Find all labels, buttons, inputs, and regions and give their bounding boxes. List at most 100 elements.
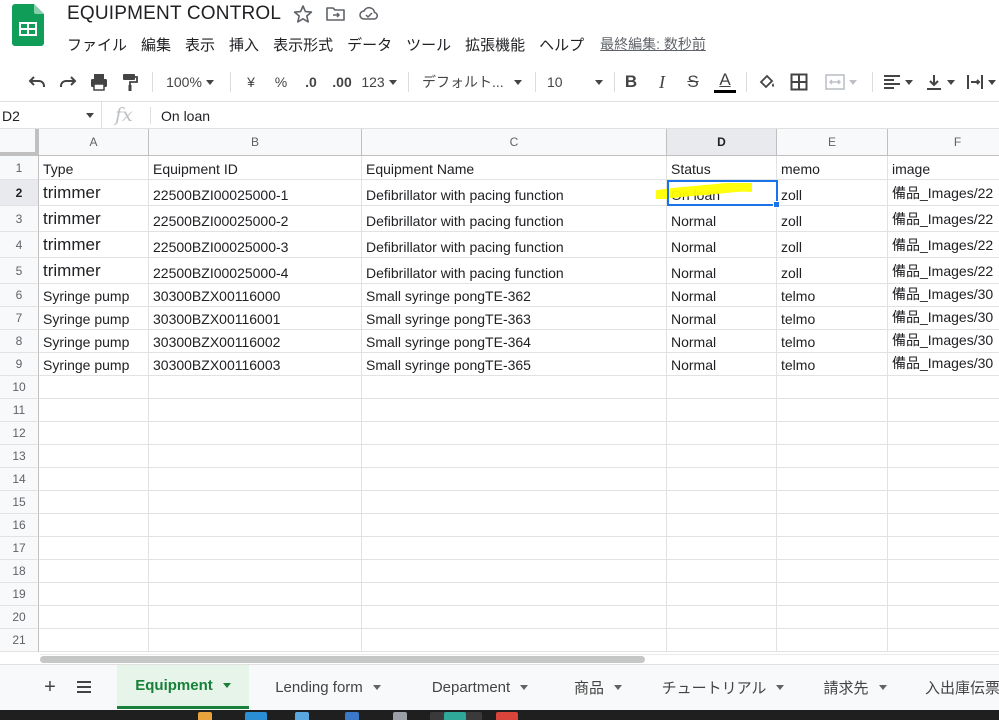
merge-cells-button[interactable] bbox=[818, 68, 864, 96]
column-header-f[interactable]: F bbox=[888, 129, 999, 155]
cell-image[interactable] bbox=[888, 468, 999, 491]
cell-type[interactable]: trimmer bbox=[39, 232, 149, 258]
cell-equipment-id[interactable]: Equipment ID bbox=[149, 156, 362, 180]
cell-type[interactable] bbox=[39, 422, 149, 445]
cell-type[interactable] bbox=[39, 606, 149, 629]
cell-status[interactable]: Status bbox=[667, 156, 777, 180]
currency-format-button[interactable]: ¥ bbox=[240, 68, 262, 96]
cell-status[interactable]: Normal bbox=[667, 284, 777, 307]
print-button[interactable] bbox=[86, 68, 112, 96]
cell-memo[interactable] bbox=[777, 514, 888, 537]
cell-image[interactable] bbox=[888, 376, 999, 399]
cell-equipment-name[interactable] bbox=[362, 629, 667, 652]
sheet-tab-tutorial[interactable]: チュートリアル bbox=[643, 665, 803, 709]
cell-equipment-id[interactable] bbox=[149, 422, 362, 445]
cell-image[interactable] bbox=[888, 583, 999, 606]
row-header[interactable]: 15 bbox=[0, 491, 39, 514]
cell-equipment-id[interactable] bbox=[149, 376, 362, 399]
column-header-a[interactable]: A bbox=[39, 129, 149, 155]
row-header[interactable]: 20 bbox=[0, 606, 39, 629]
cell-equipment-name[interactable]: Small syringe pongTE-364 bbox=[362, 330, 667, 353]
sheet-tab-inventory-slip[interactable]: 入出庫伝票 bbox=[907, 665, 999, 709]
row-header[interactable]: 17 bbox=[0, 537, 39, 560]
cell-equipment-name[interactable]: Defibrillator with pacing function bbox=[362, 258, 667, 284]
cell-memo[interactable] bbox=[777, 422, 888, 445]
add-sheet-button[interactable]: + bbox=[37, 674, 63, 700]
cell-status[interactable] bbox=[667, 514, 777, 537]
scrollbar-thumb[interactable] bbox=[40, 656, 645, 663]
menu-extensions[interactable]: 拡張機能 bbox=[458, 34, 532, 55]
formula-input[interactable]: On loan bbox=[161, 102, 210, 129]
cell-equipment-id[interactable]: 30300BZX00116003 bbox=[149, 353, 362, 376]
menu-edit[interactable]: 編集 bbox=[134, 34, 178, 55]
cell-image[interactable]: 備品_Images/22 bbox=[888, 206, 999, 232]
row-header[interactable]: 12 bbox=[0, 422, 39, 445]
cell-equipment-id[interactable] bbox=[149, 399, 362, 422]
document-title[interactable]: EQUIPMENT CONTROL bbox=[67, 3, 281, 25]
cell-status[interactable] bbox=[667, 629, 777, 652]
row-header[interactable]: 21 bbox=[0, 629, 39, 652]
cell-memo[interactable]: zoll bbox=[777, 232, 888, 258]
cell-equipment-id[interactable] bbox=[149, 606, 362, 629]
cell-equipment-name[interactable] bbox=[362, 468, 667, 491]
cell-memo[interactable]: zoll bbox=[777, 180, 888, 206]
cell-equipment-name[interactable] bbox=[362, 537, 667, 560]
row-header[interactable]: 4 bbox=[0, 232, 39, 258]
strikethrough-button[interactable]: S bbox=[682, 68, 704, 96]
italic-button[interactable]: I bbox=[651, 68, 673, 96]
row-header[interactable]: 6 bbox=[0, 284, 39, 307]
cell-memo[interactable]: zoll bbox=[777, 258, 888, 284]
row-header[interactable]: 16 bbox=[0, 514, 39, 537]
cell-equipment-name[interactable] bbox=[362, 560, 667, 583]
row-header[interactable]: 11 bbox=[0, 399, 39, 422]
sheet-tab-equipment[interactable]: Equipment bbox=[117, 665, 249, 709]
row-header[interactable]: 10 bbox=[0, 376, 39, 399]
cell-equipment-id[interactable]: 30300BZX00116000 bbox=[149, 284, 362, 307]
cell-image[interactable]: 備品_Images/30 bbox=[888, 330, 999, 353]
cell-equipment-name[interactable] bbox=[362, 514, 667, 537]
text-wrapping-button[interactable] bbox=[964, 68, 998, 96]
chevron-down-icon[interactable] bbox=[86, 113, 94, 118]
row-header[interactable]: 2 bbox=[0, 180, 39, 206]
cell-equipment-id[interactable]: 22500BZI00025000-1 bbox=[149, 180, 362, 206]
cell-status[interactable] bbox=[667, 560, 777, 583]
font-size-select[interactable]: 10 bbox=[543, 68, 607, 96]
cell-status[interactable] bbox=[667, 422, 777, 445]
cell-image[interactable] bbox=[888, 537, 999, 560]
cell-image[interactable] bbox=[888, 491, 999, 514]
taskbar-app-icon[interactable] bbox=[345, 712, 359, 720]
cell-status[interactable]: Normal bbox=[667, 258, 777, 284]
cell-status[interactable] bbox=[667, 376, 777, 399]
cell-equipment-name[interactable]: Equipment Name bbox=[362, 156, 667, 180]
cell-image[interactable] bbox=[888, 606, 999, 629]
cell-equipment-id[interactable] bbox=[149, 583, 362, 606]
cell-status[interactable] bbox=[667, 606, 777, 629]
sheet-tab-department[interactable]: Department bbox=[407, 665, 553, 709]
borders-button[interactable] bbox=[786, 68, 812, 96]
row-header[interactable]: 1 bbox=[0, 156, 39, 180]
cell-memo[interactable]: telmo bbox=[777, 284, 888, 307]
cell-equipment-id[interactable]: 30300BZX00116001 bbox=[149, 307, 362, 330]
cell-image[interactable]: image bbox=[888, 156, 999, 180]
cell-memo[interactable] bbox=[777, 491, 888, 514]
cell-equipment-id[interactable] bbox=[149, 468, 362, 491]
menu-tools[interactable]: ツール bbox=[399, 34, 458, 55]
fill-color-button[interactable] bbox=[754, 68, 780, 96]
horizontal-align-button[interactable] bbox=[880, 68, 916, 96]
cell-memo[interactable] bbox=[777, 468, 888, 491]
cell-equipment-name[interactable]: Defibrillator with pacing function bbox=[362, 206, 667, 232]
percent-format-button[interactable]: % bbox=[270, 68, 292, 96]
cell-type[interactable] bbox=[39, 514, 149, 537]
cell-status[interactable]: On loan bbox=[667, 180, 777, 206]
cell-equipment-id[interactable] bbox=[149, 537, 362, 560]
taskbar-app-icon[interactable] bbox=[393, 712, 407, 720]
cell-type[interactable] bbox=[39, 376, 149, 399]
row-header[interactable]: 8 bbox=[0, 330, 39, 353]
menu-data[interactable]: データ bbox=[340, 34, 399, 55]
row-header[interactable]: 18 bbox=[0, 560, 39, 583]
zoom-select[interactable]: 100% bbox=[160, 68, 220, 96]
taskbar-app-icon[interactable] bbox=[198, 712, 212, 720]
column-header-b[interactable]: B bbox=[149, 129, 362, 155]
move-folder-icon[interactable] bbox=[325, 4, 347, 24]
all-sheets-button[interactable] bbox=[71, 674, 97, 700]
